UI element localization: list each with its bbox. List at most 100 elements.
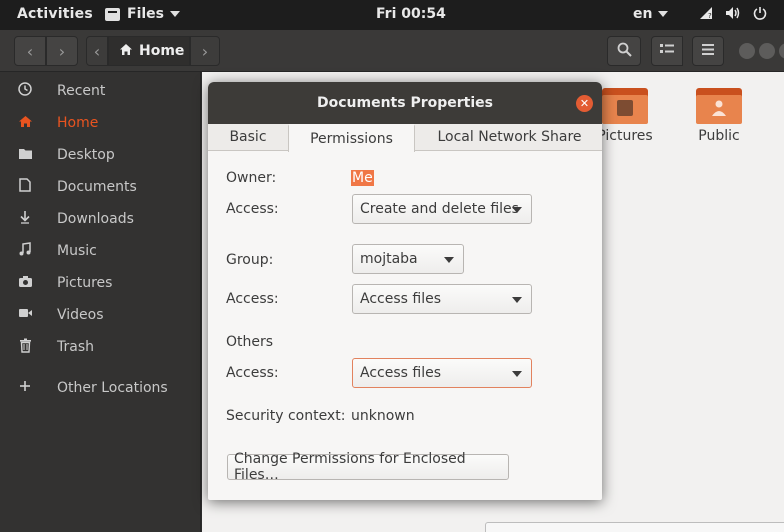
public-folder-icon	[696, 86, 742, 124]
camera-icon	[16, 275, 34, 292]
tab-bar: Basic Permissions Local Network Share	[208, 124, 602, 152]
owner-value: Me	[351, 170, 374, 186]
language-label: en	[633, 6, 653, 22]
sidebar-item-desktop[interactable]: Desktop	[0, 139, 201, 171]
close-window-button[interactable]	[779, 43, 784, 59]
others-label: Others	[226, 334, 274, 350]
sidebar: Recent Home Desktop Documents Downloads …	[0, 72, 201, 532]
sidebar-item-downloads[interactable]: Downloads	[0, 203, 201, 235]
group-dropdown[interactable]: mojtaba	[352, 244, 464, 274]
home-icon	[16, 115, 34, 132]
system-menu[interactable]: ?	[699, 6, 767, 24]
menu-button[interactable]	[692, 36, 724, 66]
dialog-title: Documents Properties	[317, 95, 493, 111]
header-bar: ‹ › ‹ Home ›	[0, 30, 784, 72]
music-icon	[16, 242, 34, 260]
properties-dialog: Documents Properties ✕ Basic Permissions…	[208, 82, 602, 500]
home-icon	[119, 43, 133, 60]
sidebar-item-label: Videos	[57, 307, 104, 323]
video-icon	[16, 307, 34, 323]
chevron-right-icon: ›	[58, 41, 66, 61]
chevron-left-icon: ‹	[93, 41, 101, 61]
hamburger-icon	[702, 43, 714, 59]
folder-icon	[16, 147, 34, 164]
sidebar-item-music[interactable]: Music	[0, 235, 201, 267]
group-access-value: Access files	[360, 291, 441, 307]
tab-permissions[interactable]: Permissions	[288, 124, 415, 152]
sidebar-item-home[interactable]: Home	[0, 107, 201, 139]
language-menu[interactable]: en	[633, 6, 669, 22]
owner-access-label: Access:	[226, 201, 279, 217]
app-menu-button[interactable]: Files	[105, 6, 180, 22]
chevron-down-icon	[170, 11, 180, 17]
owner-access-dropdown[interactable]: Create and delete files	[352, 194, 532, 224]
folder-label: Public	[698, 128, 740, 144]
top-bar: Activities Files Fri 00:54 en ?	[0, 0, 784, 30]
path-scroll-right-button[interactable]: ›	[190, 36, 220, 66]
chevron-right-icon: ›	[201, 41, 209, 61]
power-icon	[753, 6, 767, 24]
sidebar-item-label: Pictures	[57, 275, 113, 291]
forward-button[interactable]: ›	[46, 36, 78, 66]
tab-local-network-share[interactable]: Local Network Share	[427, 124, 592, 151]
view-mode-button[interactable]	[651, 36, 683, 66]
network-icon: ?	[699, 6, 713, 24]
sidebar-item-label: Desktop	[57, 147, 115, 163]
sidebar-item-label: Downloads	[57, 211, 134, 227]
clock[interactable]: Fri 00:54	[376, 6, 446, 22]
folder-item[interactable]: Public	[694, 86, 744, 144]
document-icon	[16, 178, 34, 196]
change-enclosed-permissions-button[interactable]: Change Permissions for Enclosed Files…	[227, 451, 509, 483]
files-app-icon	[105, 7, 120, 21]
group-access-dropdown[interactable]: Access files	[352, 284, 532, 314]
chevron-down-icon	[658, 11, 669, 17]
clock-icon	[16, 82, 34, 100]
sidebar-item-label: Documents	[57, 179, 137, 195]
sidebar-item-label: Music	[57, 243, 97, 259]
path-scroll-left-button[interactable]: ‹	[86, 36, 108, 66]
chevron-down-icon	[512, 371, 522, 377]
group-label: Group:	[226, 252, 274, 268]
sidebar-item-label: Home	[57, 115, 99, 131]
download-icon	[16, 210, 34, 228]
maximize-button[interactable]	[759, 43, 775, 59]
others-access-label: Access:	[226, 365, 279, 381]
app-menu-label: Files	[127, 6, 164, 22]
trash-icon	[16, 338, 34, 357]
others-access-value: Access files	[360, 365, 441, 381]
sidebar-item-label: Recent	[57, 83, 106, 99]
folder-item[interactable]: Pictures	[597, 86, 653, 144]
group-value: mojtaba	[360, 251, 418, 267]
sidebar-item-pictures[interactable]: Pictures	[0, 267, 201, 299]
chevron-down-icon	[512, 207, 522, 213]
chevron-down-icon	[512, 297, 522, 303]
security-context-value: unknown	[351, 408, 415, 424]
svg-text:?: ?	[708, 12, 712, 20]
search-button[interactable]	[607, 36, 641, 66]
owner-access-value: Create and delete files	[360, 201, 519, 217]
activities-button[interactable]: Activities	[17, 6, 93, 22]
group-access-label: Access:	[226, 291, 279, 307]
sidebar-item-videos[interactable]: Videos	[0, 299, 201, 331]
volume-icon	[725, 6, 741, 24]
tab-basic[interactable]: Basic	[208, 124, 288, 151]
sidebar-item-label: Other Locations	[57, 380, 168, 396]
sidebar-item-documents[interactable]: Documents	[0, 171, 201, 203]
search-icon	[617, 42, 632, 61]
sidebar-item-recent[interactable]: Recent	[0, 75, 201, 107]
security-context-label: Security context:	[226, 408, 346, 424]
path-home-label: Home	[139, 43, 185, 59]
dialog-titlebar[interactable]: Documents Properties ✕	[208, 82, 602, 124]
status-bar	[485, 522, 784, 532]
back-button[interactable]: ‹	[14, 36, 46, 66]
path-home-button[interactable]: Home	[108, 36, 190, 66]
close-icon[interactable]: ✕	[576, 95, 593, 112]
sidebar-item-label: Trash	[57, 339, 94, 355]
minimize-button[interactable]	[739, 43, 755, 59]
plus-icon	[16, 380, 34, 396]
sidebar-item-trash[interactable]: Trash	[0, 331, 201, 363]
others-access-dropdown[interactable]: Access files	[352, 358, 532, 388]
owner-label: Owner:	[226, 170, 277, 186]
sidebar-item-other-locations[interactable]: Other Locations	[0, 372, 201, 404]
pictures-folder-icon	[602, 86, 648, 124]
